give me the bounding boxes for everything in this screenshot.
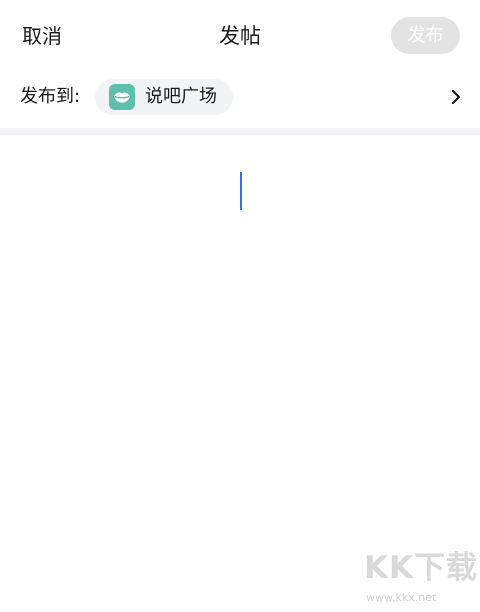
post-target-row[interactable]: 发布到: 说吧广场 — [0, 68, 480, 128]
lips-icon — [109, 84, 135, 110]
chevron-right-icon[interactable] — [449, 87, 463, 107]
publish-button[interactable]: 发布 — [391, 17, 460, 54]
watermark: KK下载 www.kkx.net — [362, 548, 477, 610]
post-content-editor[interactable] — [0, 135, 480, 612]
channel-name: 说吧广场 — [145, 86, 217, 107]
watermark-logo: KK下载 — [364, 550, 479, 586]
post-target-label: 发布到: — [20, 86, 81, 107]
text-caret — [240, 172, 242, 210]
watermark-url: www.kkx.net — [366, 591, 437, 604]
section-divider — [0, 128, 480, 135]
nav-bar: 取消 发帖 发布 — [0, 0, 480, 68]
channel-chip[interactable]: 说吧广场 — [95, 79, 233, 115]
